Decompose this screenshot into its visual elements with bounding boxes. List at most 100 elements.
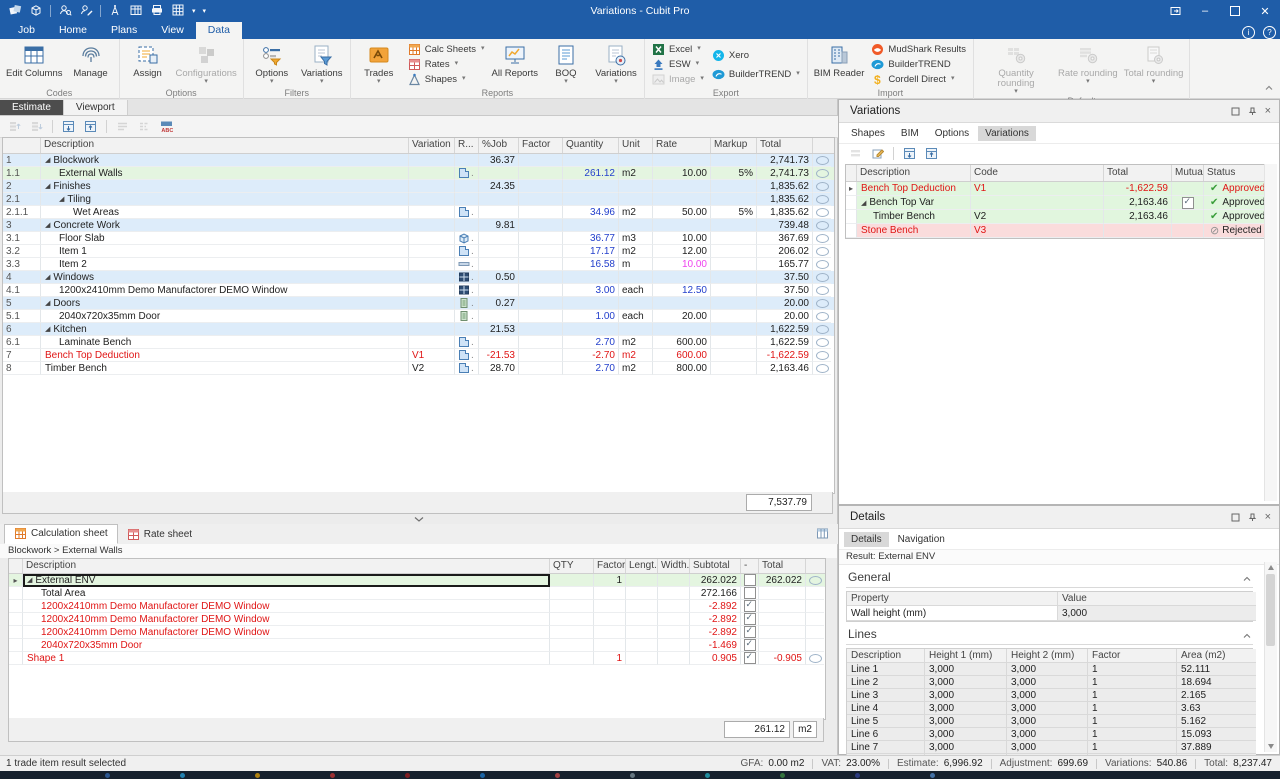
total-cell[interactable] xyxy=(759,626,806,639)
negate-cell[interactable] xyxy=(741,652,759,665)
markup-cell[interactable] xyxy=(711,245,757,258)
column-header-status[interactable]: Status xyxy=(1204,165,1273,181)
shapes-button[interactable]: Shapes▾ xyxy=(406,72,487,86)
description-cell[interactable]: 1200x2410mm Demo Manufactorer DEMO Windo… xyxy=(41,284,409,297)
variation-cell[interactable] xyxy=(409,323,455,336)
description-cell[interactable]: Wet Areas xyxy=(41,206,409,219)
variation-cell[interactable] xyxy=(409,180,455,193)
dropdown-arrow-icon[interactable]: ▾ xyxy=(192,7,196,15)
doc-tab-viewport[interactable]: Viewport xyxy=(64,100,128,115)
variations-tab-shapes[interactable]: Shapes xyxy=(844,126,892,141)
result-type-cell[interactable] xyxy=(455,154,479,167)
total-rounding-button[interactable]: Total rounding▾ xyxy=(1121,41,1187,96)
qty-cell[interactable] xyxy=(550,587,594,600)
total-cell[interactable]: 262.022 xyxy=(759,574,806,587)
column-header-subtotal[interactable]: Subtotal xyxy=(690,559,741,573)
box-icon[interactable] xyxy=(29,3,43,20)
quantity-cell[interactable] xyxy=(563,323,619,336)
variations-button[interactable]: Variations▾ xyxy=(297,41,347,88)
calc-row[interactable]: Total Area272.166 xyxy=(9,587,825,600)
table-icon[interactable] xyxy=(129,3,143,20)
expander-icon[interactable]: ◢ xyxy=(45,221,50,229)
quantity-cell[interactable] xyxy=(563,271,619,284)
width-cell[interactable] xyxy=(658,652,690,665)
unit-cell[interactable]: m2 xyxy=(619,167,653,180)
description-cell[interactable]: Bench Top Deduction xyxy=(857,182,971,196)
total-cell[interactable] xyxy=(759,587,806,600)
estimate-row[interactable]: 6.1Laminate Bench.2.70m2600.001,622.59 xyxy=(3,336,834,349)
mudshark-results-button[interactable]: MudShark Results xyxy=(869,42,968,56)
status-cell[interactable]: ✔Approved xyxy=(1204,210,1273,224)
markup-cell[interactable] xyxy=(711,362,757,375)
unit-cell[interactable] xyxy=(619,180,653,193)
tb-abc-button[interactable]: ABC xyxy=(158,118,175,135)
description-cell[interactable]: 1200x2410mm Demo Manufactorer DEMO Windo… xyxy=(23,600,550,613)
pjob-cell[interactable] xyxy=(479,245,519,258)
taskbar-app-icon[interactable] xyxy=(105,773,110,778)
description-cell[interactable]: Line 1 xyxy=(847,663,925,676)
height2-cell[interactable]: 3,000 xyxy=(1007,741,1088,754)
markup-cell[interactable] xyxy=(711,323,757,336)
rate-cell[interactable] xyxy=(653,193,711,206)
result-type-cell[interactable]: . xyxy=(455,284,479,297)
unit-cell[interactable] xyxy=(619,271,653,284)
rate-cell[interactable]: 50.00 xyxy=(653,206,711,219)
checkbox[interactable] xyxy=(744,639,756,651)
calc-tab-calculation-sheet[interactable]: Calculation sheet xyxy=(4,524,118,544)
calc-sheets-button[interactable]: Calc Sheets▾ xyxy=(406,42,487,56)
factor-cell[interactable]: 1 xyxy=(594,652,626,665)
total-cell[interactable]: 1,835.62 xyxy=(757,206,813,219)
calc-tab-rate-sheet[interactable]: Rate sheet xyxy=(118,526,201,544)
windows-taskbar[interactable] xyxy=(0,771,1280,779)
taskbar-app-icon[interactable] xyxy=(705,773,710,778)
column-header-unit[interactable]: Unit xyxy=(619,138,653,153)
description-cell[interactable]: Timber Bench xyxy=(41,362,409,375)
subtotal-cell[interactable]: -2.892 xyxy=(690,626,741,639)
column-header-value[interactable]: Value xyxy=(1058,592,1256,606)
details-tab-details[interactable]: Details xyxy=(844,532,889,547)
quantity-cell[interactable] xyxy=(563,154,619,167)
manage-button[interactable]: Manage xyxy=(66,41,116,88)
xero-button[interactable]: Xero xyxy=(710,48,802,62)
calc-row[interactable]: ▸◢External ENV1262.022262.022 xyxy=(9,574,825,587)
subtotal-cell[interactable]: 262.022 xyxy=(690,574,741,587)
width-cell[interactable] xyxy=(658,587,690,600)
taskbar-app-icon[interactable] xyxy=(855,773,860,778)
rate-cell[interactable]: 800.00 xyxy=(653,362,711,375)
result-type-cell[interactable] xyxy=(455,219,479,232)
rate-rounding-button[interactable]: Rate rounding▾ xyxy=(1055,41,1121,96)
ribbon-tab-plans[interactable]: Plans xyxy=(99,22,149,39)
rates-button[interactable]: Rates▾ xyxy=(406,57,487,71)
close-button[interactable]: ✕ xyxy=(1250,0,1280,22)
total-cell[interactable]: 37.50 xyxy=(757,271,813,284)
description-cell[interactable]: Line 2 xyxy=(847,676,925,689)
factor-cell[interactable]: 1 xyxy=(1088,663,1177,676)
height2-cell[interactable]: 3,000 xyxy=(1007,676,1088,689)
variation-cell[interactable] xyxy=(409,310,455,323)
factor-cell[interactable] xyxy=(519,271,563,284)
pjob-cell[interactable]: -21.53 xyxy=(479,349,519,362)
pjob-cell[interactable]: 24.35 xyxy=(479,180,519,193)
estimate-row[interactable]: 6◢Kitchen21.531,622.59 xyxy=(3,323,834,336)
variation-cell[interactable] xyxy=(409,336,455,349)
description-cell[interactable]: 2040x720x35mm Door xyxy=(23,639,550,652)
quantity-cell[interactable] xyxy=(563,193,619,206)
buildertrend-button[interactable]: BuilderTREND▾ xyxy=(710,67,802,81)
factor-cell[interactable]: 1 xyxy=(1088,741,1177,754)
description-cell[interactable]: ◢Finishes xyxy=(41,180,409,193)
width-cell[interactable] xyxy=(658,613,690,626)
total-cell[interactable]: 367.69 xyxy=(757,232,813,245)
column-header-factor[interactable]: Factor xyxy=(1088,649,1177,663)
height2-cell[interactable]: 3,000 xyxy=(1007,689,1088,702)
tb-collapse-button[interactable] xyxy=(82,118,99,135)
ribbon-tab-data[interactable]: Data xyxy=(196,22,242,39)
result-type-cell[interactable] xyxy=(455,180,479,193)
height2-cell[interactable]: 3,000 xyxy=(1007,702,1088,715)
column-header-lengt[interactable]: Lengt... xyxy=(626,559,658,573)
expander-icon[interactable]: ◢ xyxy=(27,576,32,584)
negate-cell[interactable] xyxy=(741,626,759,639)
calc-row[interactable]: 2040x720x35mm Door-1.469 xyxy=(9,639,825,652)
total-cell[interactable]: 1,835.62 xyxy=(757,193,813,206)
qty-cell[interactable] xyxy=(550,613,594,626)
compass-icon[interactable] xyxy=(108,3,122,20)
